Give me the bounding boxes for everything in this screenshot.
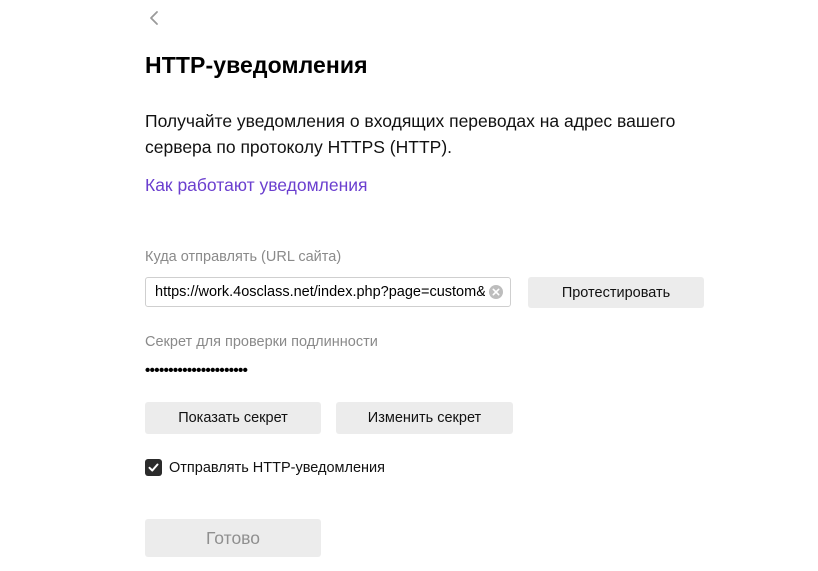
back-button[interactable] [143, 6, 165, 30]
send-notifications-checkbox[interactable] [145, 459, 162, 476]
how-notifications-work-link[interactable]: Как работают уведомления [145, 175, 367, 196]
send-notifications-toggle[interactable]: Отправлять HTTP-уведомления [145, 459, 385, 476]
secret-masked-value: •••••••••••••••••••••• [145, 362, 248, 379]
chevron-left-icon [150, 11, 158, 25]
change-secret-button[interactable]: Изменить секрет [336, 402, 513, 434]
show-secret-button[interactable]: Показать секрет [145, 402, 321, 434]
url-field [145, 277, 511, 307]
description-line-1: Получайте уведомления о входящих перевод… [145, 111, 676, 131]
description-line-2: сервера по протоколу HTTPS (HTTP). [145, 137, 453, 157]
send-notifications-label: Отправлять HTTP-уведомления [169, 459, 386, 476]
page-description: Получайте уведомления о входящих перевод… [145, 108, 745, 160]
http-notifications-page: HTTP-уведомления Получайте уведомления о… [0, 0, 818, 571]
url-input[interactable] [146, 278, 485, 306]
done-button[interactable]: Готово [145, 519, 321, 557]
url-field-label: Куда отправлять (URL сайта) [145, 249, 342, 265]
clear-icon[interactable] [488, 284, 504, 300]
test-button[interactable]: Протестировать [528, 277, 704, 308]
secret-field-label: Секрет для проверки подлинности [145, 334, 378, 350]
checkmark-icon [148, 463, 159, 472]
page-title: HTTP-уведомления [145, 52, 368, 78]
